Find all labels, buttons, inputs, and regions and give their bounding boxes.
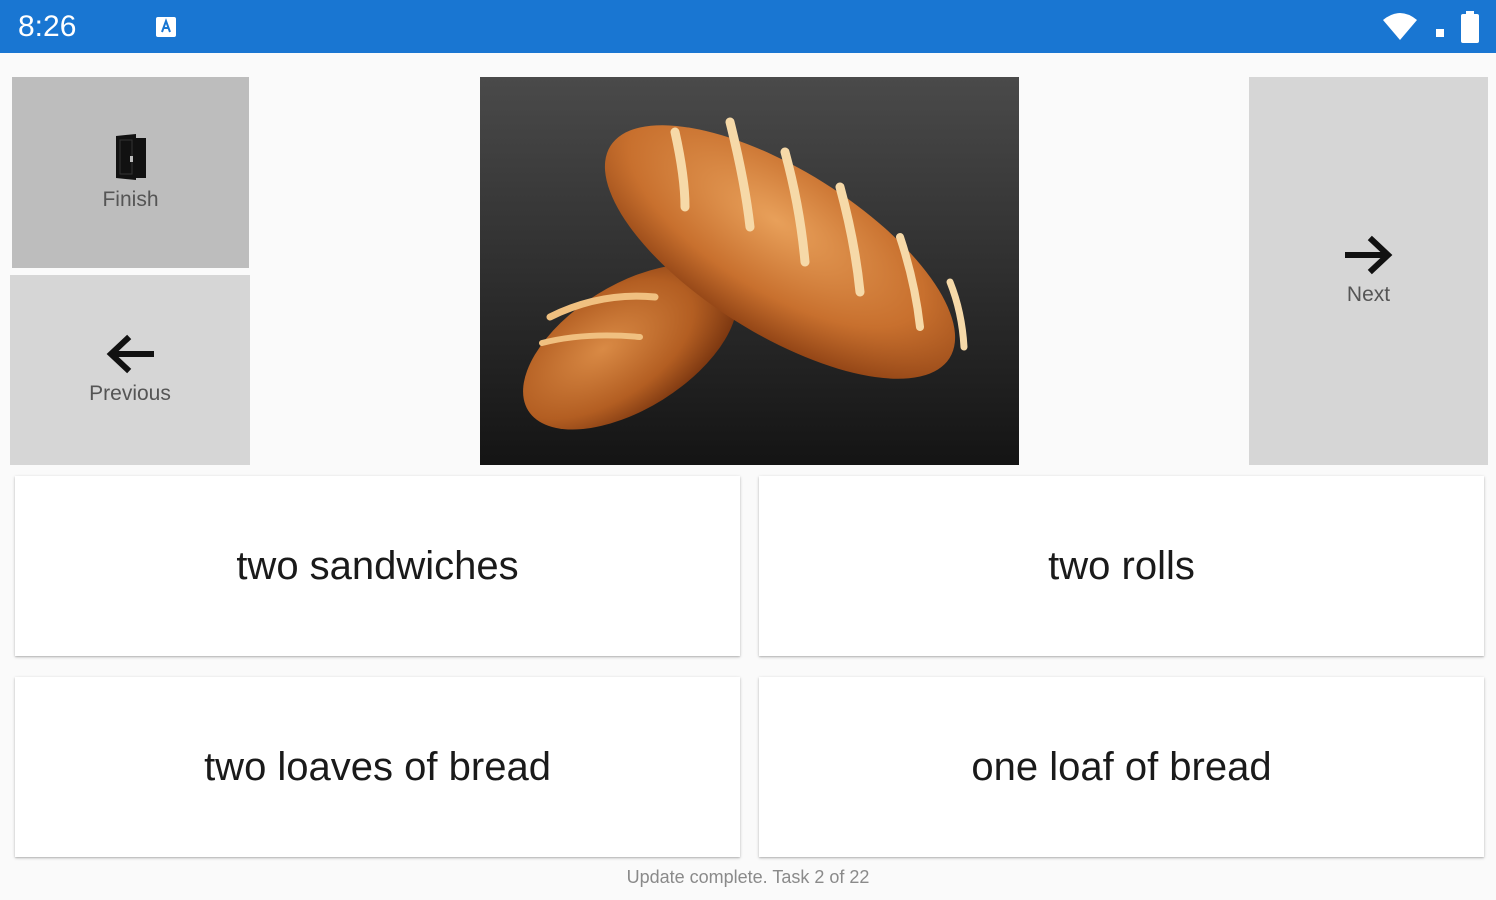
question-image	[480, 77, 1019, 465]
task-status-text: Update complete. Task 2 of 22	[626, 867, 870, 887]
answer-label: two loaves of bread	[204, 744, 551, 789]
previous-button[interactable]: Previous	[10, 275, 250, 465]
battery-icon	[1461, 11, 1479, 43]
keyboard-a-icon	[156, 17, 176, 37]
arrow-left-icon	[106, 334, 154, 374]
answer-option[interactable]: two loaves of bread	[15, 677, 740, 857]
finish-label: Finish	[102, 187, 159, 211]
answer-option[interactable]: two rolls	[759, 476, 1484, 656]
next-label: Next	[1346, 283, 1391, 306]
bread-loaves-image	[480, 77, 1019, 465]
answer-label: two rolls	[1048, 543, 1195, 588]
answer-label: one loaf of bread	[971, 744, 1272, 789]
finish-button[interactable]: Finish	[12, 77, 249, 268]
status-bar: 8:26	[0, 0, 1496, 53]
door-exit-icon	[115, 133, 146, 180]
arrow-right-icon	[1344, 235, 1392, 275]
answer-option[interactable]: two sandwiches	[15, 476, 740, 656]
status-time: 8:26	[18, 10, 77, 43]
wifi-icon	[1383, 13, 1417, 40]
signal-icon	[1436, 29, 1444, 37]
next-button[interactable]: Next	[1249, 77, 1488, 465]
previous-label: Previous	[89, 382, 171, 405]
answer-label: two sandwiches	[236, 543, 519, 588]
answer-option[interactable]: one loaf of bread	[759, 677, 1484, 857]
